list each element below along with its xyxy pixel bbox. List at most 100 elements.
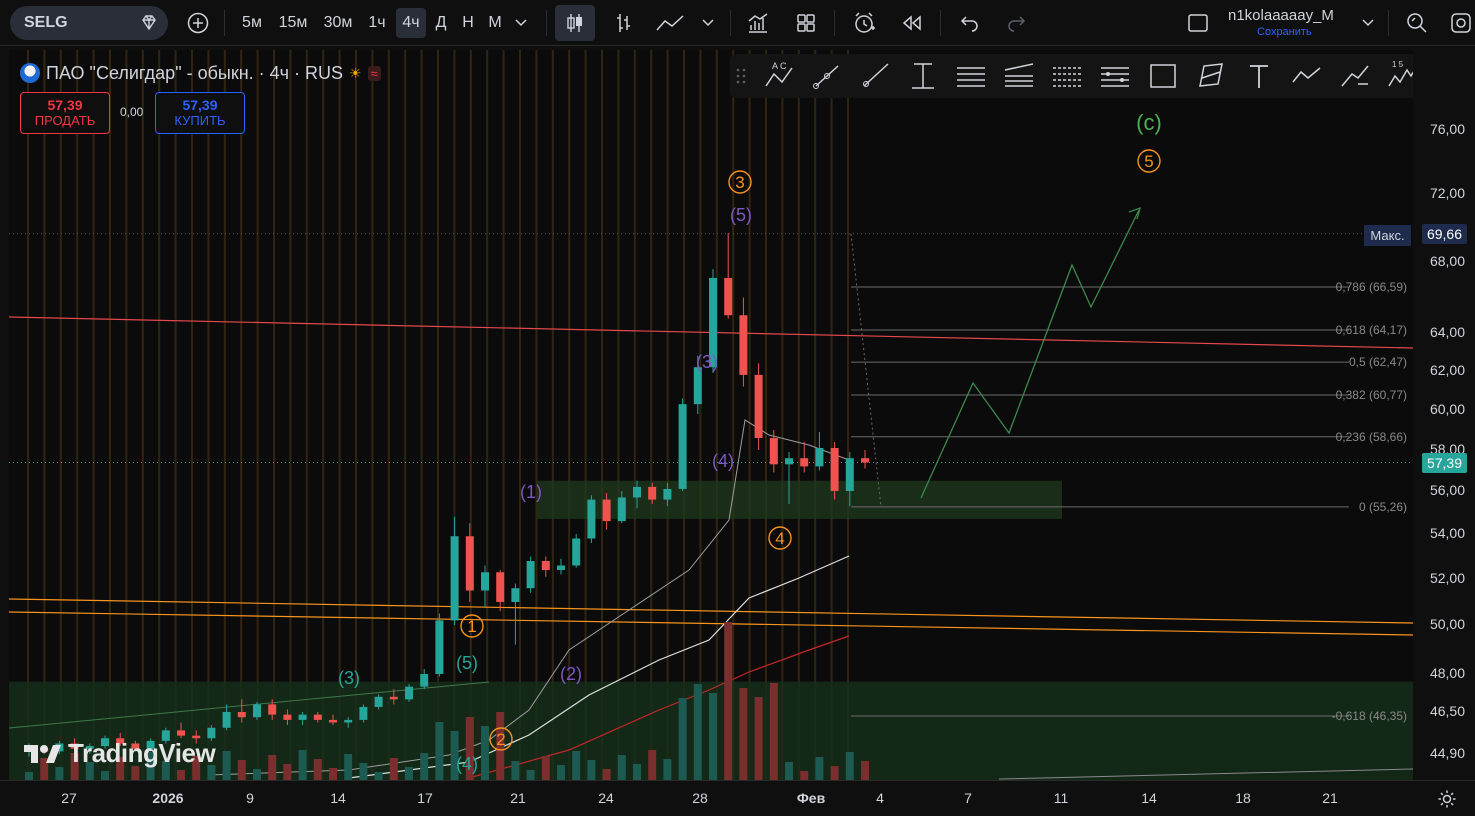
chart-pane[interactable]: 0,786 (66,59) 0,618 (64,17) 0,5 (62,47) 0,3…	[9, 50, 1413, 780]
volume-bar	[830, 766, 839, 780]
session-stripe	[59, 50, 62, 780]
fib-level-label: 0,236 (58,66)	[1336, 430, 1407, 444]
redo-button[interactable]	[1000, 8, 1032, 38]
session-stripe	[797, 50, 800, 780]
interval-day[interactable]: Д	[430, 8, 452, 38]
candle-body	[739, 315, 748, 375]
session-stripe	[27, 50, 29, 780]
interval-4h[interactable]: 4ч	[396, 8, 426, 38]
add-symbol-button[interactable]	[184, 8, 212, 38]
settings-button[interactable]	[1448, 8, 1474, 38]
volume-bar	[845, 752, 854, 780]
layouts-button[interactable]	[790, 8, 822, 38]
interval-5m[interactable]: 5м	[237, 8, 267, 38]
fib-channel-icon[interactable]	[1098, 60, 1132, 92]
session-stripe	[125, 50, 128, 780]
volume-bar	[541, 756, 550, 780]
drag-handle-icon[interactable]	[736, 68, 746, 84]
legend-title[interactable]: ПАО "Селигдар" - обыкн. · 4ч · RUS	[46, 63, 343, 84]
volume-bar	[526, 770, 535, 780]
rectangle-icon[interactable]	[1146, 60, 1180, 92]
save-label[interactable]: Сохранить	[1257, 26, 1312, 38]
last-price-tag: 57,39	[1421, 452, 1467, 473]
alert-button[interactable]	[848, 8, 880, 38]
price-chart[interactable]: 0,786 (66,59) 0,618 (64,17) 0,5 (62,47) 0,3…	[9, 50, 1413, 780]
chart-type-dropdown[interactable]	[698, 8, 718, 38]
wave-label-green-c: (c)	[1136, 110, 1162, 135]
layout-select-button[interactable]	[1184, 8, 1212, 38]
session-stripe	[650, 50, 653, 780]
replay-button[interactable]	[896, 8, 928, 38]
undo-button[interactable]	[954, 8, 986, 38]
grid-icon	[797, 14, 815, 32]
brush-tool-icon[interactable]	[1338, 60, 1372, 92]
session-stripe	[617, 50, 620, 780]
candle-body	[177, 730, 185, 736]
time-tick-label: 14	[1141, 790, 1157, 806]
interval-30m[interactable]: 30м	[318, 8, 358, 38]
time-tick-label: Фев	[796, 790, 826, 806]
volume-bar	[709, 693, 717, 780]
chevron-down-icon	[515, 19, 527, 27]
fib-retracement-icon[interactable]	[1002, 60, 1036, 92]
sell-button[interactable]: 57,39 ПРОДАТЬ	[20, 92, 110, 134]
price-tick-label: 60,00	[1429, 401, 1465, 417]
price-tick-label: 76,00	[1429, 121, 1465, 137]
trend-line-icon[interactable]	[810, 60, 844, 92]
layout-name[interactable]: n1kolaaaaay_M	[1228, 7, 1334, 24]
ray-line-icon[interactable]	[858, 60, 892, 92]
chevron-down-icon	[702, 19, 714, 27]
time-tick-label: 11	[1053, 790, 1069, 806]
text-tool-icon[interactable]	[1242, 60, 1276, 92]
quick-search-button[interactable]	[1402, 8, 1432, 38]
vertical-line-icon[interactable]	[906, 60, 940, 92]
candles-icon	[567, 14, 582, 32]
price-tick-label: 52,00	[1429, 570, 1465, 586]
layout-menu-dropdown[interactable]	[1358, 8, 1378, 38]
volume-bar	[253, 769, 261, 780]
path-tool-icon[interactable]	[1290, 60, 1324, 92]
wave-label-orange-3: 3	[735, 173, 744, 192]
interval-1h[interactable]: 1ч	[364, 8, 390, 38]
candle-body	[359, 706, 368, 720]
chart-type-candles-button[interactable]	[555, 5, 595, 41]
fib-level-label: 0,5 (62,47)	[1349, 355, 1407, 369]
diamond-icon[interactable]	[138, 12, 160, 34]
price-axis[interactable]: 76,00 72,00 68,00 64,00 62,00 60,00 58,00 56,00…	[1413, 50, 1475, 780]
session-stripe	[404, 50, 407, 780]
candle-body	[830, 448, 839, 491]
interval-dropdown[interactable]	[510, 8, 532, 38]
gear-icon[interactable]	[1437, 789, 1457, 809]
interval-label: 15м	[278, 14, 308, 31]
buy-button[interactable]: 57,39 КУПИТЬ	[155, 92, 245, 134]
interval-15m[interactable]: 15м	[274, 8, 312, 38]
volume-bar	[222, 751, 231, 780]
interval-month[interactable]: М	[484, 8, 506, 38]
candle-body	[800, 458, 809, 467]
fib-level-label: 0,786 (66,59)	[1336, 280, 1407, 294]
wave-label-orange-1: 1	[467, 617, 476, 636]
channel-line-lower	[9, 611, 1413, 636]
symbol-search[interactable]: SELG	[10, 6, 168, 40]
session-stripe	[584, 50, 587, 780]
candle-body	[617, 497, 626, 522]
interval-week[interactable]: Н	[457, 8, 479, 38]
fib-extension-icon[interactable]	[1050, 60, 1084, 92]
time-axis[interactable]: 27 2026 9 14 17 21 24 28 Фев 4 7 11 14 18 21	[0, 780, 1475, 816]
session-stripe	[715, 50, 718, 780]
indicators-line-button[interactable]	[652, 8, 688, 38]
candle-body	[268, 704, 277, 715]
candle-body	[405, 686, 413, 700]
parallelogram-icon[interactable]	[1194, 60, 1228, 92]
session-stripe	[174, 50, 177, 780]
indicators-button[interactable]	[742, 8, 774, 38]
volume-bar	[268, 755, 277, 780]
abcd-pattern-icon[interactable]: A C	[762, 60, 796, 92]
parallel-channel-icon[interactable]	[954, 60, 988, 92]
volume-bar	[815, 757, 824, 780]
bar-chart-button[interactable]	[608, 8, 638, 38]
tradingview-watermark: TradingView	[22, 738, 216, 769]
data-status-icon: ≈	[367, 65, 381, 81]
session-stripe	[748, 50, 751, 780]
session-stripe	[535, 50, 538, 780]
